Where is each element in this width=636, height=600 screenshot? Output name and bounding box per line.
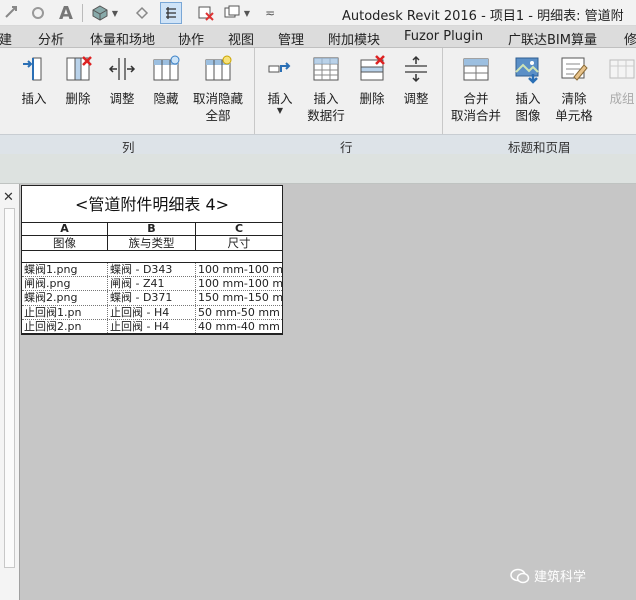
tab-collaborate[interactable]: 协作 <box>178 29 204 48</box>
tab-analyze[interactable]: 分析 <box>38 29 64 48</box>
3d-view-icon[interactable] <box>90 3 110 23</box>
wechat-icon <box>510 568 530 583</box>
scrollbar[interactable] <box>4 208 15 568</box>
column-delete-button[interactable]: 删除 <box>56 52 100 107</box>
ribbon: 插入 删除 调整 隐藏 取消隐藏 全部 插入 ▼ 插入 数据行 删除 调整 合并… <box>0 48 636 155</box>
resize-column-icon <box>105 52 139 86</box>
table-row[interactable]: 蝶阀2.png 蝶阀 - D371 150 mm-150 m <box>22 291 282 306</box>
merge-unmerge-button[interactable]: 合并 取消合并 <box>448 52 504 124</box>
column-resize-button[interactable]: 调整 <box>100 52 144 107</box>
table-row[interactable]: 止回阀1.pn 止回阀 - H4 50 mm-50 mm <box>22 305 282 320</box>
cell-image[interactable]: 止回阀2.pn <box>22 319 108 333</box>
tab-massing-site[interactable]: 体量和场地 <box>90 29 155 48</box>
group-button[interactable]: 成组 <box>600 52 636 107</box>
chevron-down-icon[interactable]: ▼ <box>242 3 252 23</box>
column-letter-c[interactable]: C <box>196 223 282 235</box>
table-row[interactable]: 蝶阀1.png 蝶阀 - D343 100 mm-100 m <box>22 263 282 278</box>
header-size[interactable]: 尺寸 <box>196 236 282 250</box>
row-delete-button[interactable]: 删除 <box>350 52 394 107</box>
insert-row-icon <box>263 52 297 86</box>
insert-data-row-button[interactable]: 插入 数据行 <box>304 52 348 124</box>
insert-data-row-icon <box>309 52 343 86</box>
customize-toolbar-icon[interactable]: ≂ <box>260 3 280 23</box>
chevron-down-icon: ▼ <box>276 106 284 115</box>
toolbar-divider <box>82 4 83 22</box>
image-icon <box>511 52 545 86</box>
cell-family-type[interactable]: 蝶阀 - D343 <box>108 263 196 277</box>
cell-size[interactable]: 100 mm-100 m <box>196 277 282 290</box>
cell-size[interactable]: 50 mm-50 mm <box>196 306 282 319</box>
delete-row-icon <box>355 52 389 86</box>
row-insert-button[interactable]: 插入 ▼ <box>258 52 302 115</box>
clear-cell-button[interactable]: 清除 单元格 <box>550 52 598 124</box>
cell-family-type[interactable]: 蝶阀 - D371 <box>108 291 196 305</box>
column-letter-row: A B C <box>22 223 282 236</box>
switch-windows-icon[interactable] <box>222 3 242 23</box>
table-row[interactable]: 闸阀.png 闸阀 - Z41 100 mm-100 m <box>22 277 282 292</box>
table-row[interactable]: 止回阀2.pn 止回阀 - H4 40 mm-40 mm <box>22 319 282 334</box>
close-icon[interactable]: ✕ <box>3 190 14 205</box>
tab-modify[interactable]: 修 <box>624 29 636 48</box>
cell-family-type[interactable]: 止回阀 - H4 <box>108 319 196 333</box>
schedule-title[interactable]: <管道附件明细表 4> <box>22 186 282 223</box>
schedule-table[interactable]: <管道附件明细表 4> A B C 图像 族与类型 尺寸 蝶阀1.png 蝶阀 … <box>21 185 283 335</box>
cell-size[interactable]: 100 mm-100 m <box>196 263 282 276</box>
cell-image[interactable]: 止回阀1.pn <box>22 305 108 319</box>
properties-panel-collapsed: ✕ <box>0 184 20 600</box>
window-title: Autodesk Revit 2016 - 项目1 - 明细表: 管道附 <box>342 9 624 24</box>
column-letter-a[interactable]: A <box>22 223 108 235</box>
cell-image[interactable]: 闸阀.png <box>22 277 108 291</box>
cell-size[interactable]: 40 mm-40 mm <box>196 320 282 333</box>
cell-image[interactable]: 蝶阀1.png <box>22 263 108 277</box>
unhide-all-icon <box>201 52 235 86</box>
cell-size[interactable]: 150 mm-150 m <box>196 291 282 304</box>
insert-column-icon <box>17 52 51 86</box>
tab-fuzor-plugin[interactable]: Fuzor Plugin <box>404 29 483 44</box>
thin-lines-icon[interactable] <box>160 2 182 24</box>
header-family-type[interactable]: 族与类型 <box>108 236 196 250</box>
title-bar: A ▼ ▼ ≂ Autodesk Revit 2016 - 项目1 - 明细表:… <box>0 0 636 26</box>
column-header-row: 图像 族与类型 尺寸 <box>22 236 282 251</box>
cell-family-type[interactable]: 闸阀 - Z41 <box>108 277 196 291</box>
watermark-text: 建筑科学 <box>534 570 587 585</box>
header-image[interactable]: 图像 <box>22 236 108 250</box>
tab-view[interactable]: 视图 <box>228 29 254 48</box>
panel-title-strip: 列 行 标题和页眉 <box>0 134 636 155</box>
column-hide-button[interactable]: 隐藏 <box>144 52 188 107</box>
close-hidden-icon[interactable] <box>196 3 216 23</box>
column-insert-button[interactable]: 插入 <box>12 52 56 107</box>
tab-manage[interactable]: 管理 <box>278 29 304 48</box>
text-icon[interactable]: A <box>56 3 76 24</box>
hide-column-icon <box>149 52 183 86</box>
tab-build[interactable]: 构建 <box>0 29 12 48</box>
options-bar <box>0 154 636 184</box>
blank-row[interactable] <box>22 251 282 263</box>
chevron-down-icon[interactable]: ▼ <box>110 3 120 23</box>
tab-addins[interactable]: 附加模块 <box>328 29 380 48</box>
watermark: 建筑科学 <box>510 566 586 585</box>
group-icon <box>605 52 636 86</box>
clear-cell-icon <box>557 52 591 86</box>
section-icon[interactable] <box>132 3 152 23</box>
sync-icon[interactable] <box>2 3 22 23</box>
row-resize-button[interactable]: 调整 <box>394 52 438 107</box>
column-letter-b[interactable]: B <box>108 223 196 235</box>
menu-bar: 构建 分析 体量和场地 协作 视图 管理 附加模块 Fuzor Plugin 广… <box>0 26 636 48</box>
tab-glodon-bim[interactable]: 广联达BIM算量 <box>508 29 597 48</box>
unhide-all-button[interactable]: 取消隐藏 全部 <box>188 52 248 124</box>
merge-cells-icon <box>459 52 493 86</box>
measure-icon[interactable] <box>28 3 48 23</box>
delete-column-icon <box>61 52 95 86</box>
cell-family-type[interactable]: 止回阀 - H4 <box>108 305 196 319</box>
cell-image[interactable]: 蝶阀2.png <box>22 291 108 305</box>
insert-image-button[interactable]: 插入 图像 <box>506 52 550 124</box>
resize-row-icon <box>399 52 433 86</box>
